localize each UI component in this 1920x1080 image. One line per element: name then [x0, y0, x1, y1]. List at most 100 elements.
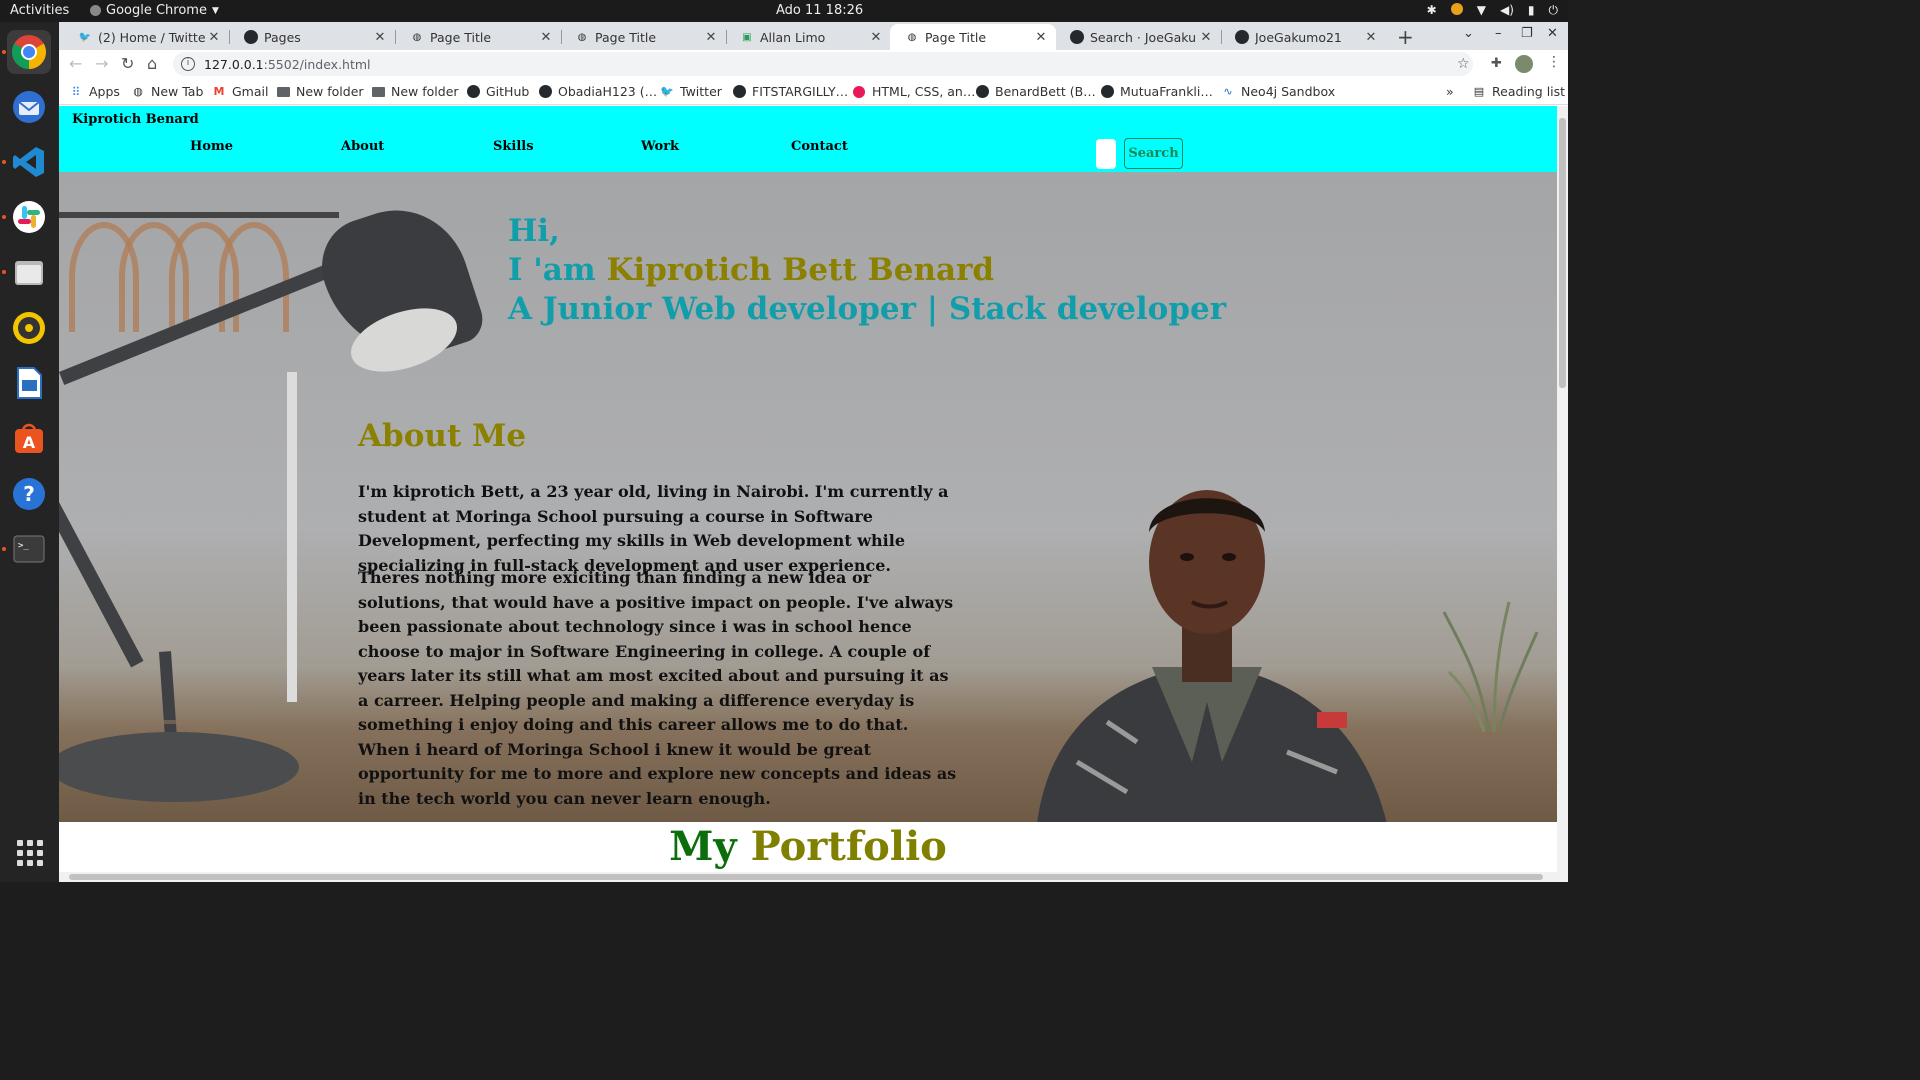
system-top-bar: Activities Google Chrome ▼ Ado 11 18:26 …	[0, 0, 1568, 22]
page-icon: ▣	[742, 31, 752, 43]
bookmark-twitter[interactable]: 🐦 Twitter	[660, 84, 722, 99]
back-icon[interactable]: ←	[69, 54, 82, 73]
minimize-icon[interactable]: –	[1495, 26, 1502, 41]
dock-terminal[interactable]: >_	[2, 527, 51, 571]
bookmark-new-tab[interactable]: ◍ New Tab	[131, 84, 203, 99]
close-tab-icon[interactable]: ✕	[205, 30, 223, 45]
bookmark-obadiah[interactable]: ObadiaH123 (…	[539, 84, 657, 99]
dock-chrome[interactable]	[2, 30, 51, 74]
github-icon	[976, 85, 989, 98]
profile-avatar[interactable]	[1515, 55, 1533, 73]
slack-icon	[13, 201, 45, 233]
volume-icon[interactable]: ◀)	[1500, 3, 1514, 18]
bookmark-label: FITSTARGILLY…	[752, 84, 849, 99]
bookmarks-bar: ⠿ Apps ◍ New Tab M Gmail New folder New …	[59, 78, 1568, 105]
nav-link-home[interactable]: Home	[190, 139, 233, 154]
forward-icon[interactable]: →	[95, 54, 108, 73]
greeting-role: A Junior Web developer | Stack developer	[508, 291, 1227, 327]
running-indicator	[2, 270, 6, 274]
folder-icon	[372, 86, 385, 97]
tab-page-title-active[interactable]: ◍ Page Title ✕	[890, 24, 1056, 50]
bookmark-new-folder-1[interactable]: New folder	[277, 84, 364, 99]
home-icon[interactable]: ⌂	[147, 54, 157, 73]
dock-software[interactable]: A	[7, 416, 51, 460]
dock-slack[interactable]	[2, 195, 51, 239]
restore-icon[interactable]: ❐	[1521, 26, 1533, 41]
close-tab-icon[interactable]: ✕	[537, 30, 555, 45]
chrome-tray-icon[interactable]	[1450, 3, 1463, 15]
site-info-icon[interactable]: i	[181, 57, 195, 71]
chrome-icon	[12, 35, 46, 69]
reload-icon[interactable]: ↻	[121, 54, 134, 73]
browser-window: 🐦 (2) Home / Twitter ✕ Pages ✕ ◍ Page Ti…	[59, 22, 1568, 882]
show-applications-icon[interactable]	[17, 840, 43, 866]
new-tab-button[interactable]: +	[1397, 25, 1414, 49]
chrome-menu-icon[interactable]: ⋮	[1547, 54, 1561, 70]
close-tab-icon[interactable]: ✕	[867, 30, 885, 45]
libreoffice-writer-icon	[17, 367, 42, 399]
slack-tray-icon[interactable]: ✱	[1427, 3, 1437, 18]
bookmark-label: New folder	[391, 84, 459, 99]
clock[interactable]: Ado 11 18:26	[776, 3, 863, 18]
dock-rhythmbox[interactable]	[7, 306, 51, 350]
bookmark-benardbett[interactable]: BenardBett (B…	[976, 84, 1096, 99]
site-brand[interactable]: Kiprotich Benard	[72, 112, 199, 127]
apps-grid-icon: ⠿	[71, 84, 81, 99]
bookmark-star-icon[interactable]: ☆	[1457, 56, 1470, 72]
bookmark-label: ObadiaH123 (…	[558, 84, 658, 99]
chrome-icon	[90, 5, 101, 16]
thunderbird-icon	[13, 91, 45, 123]
dock-vscode[interactable]	[2, 140, 51, 184]
activities-button[interactable]: Activities	[10, 3, 69, 18]
dock-help[interactable]: ?	[7, 472, 51, 516]
bookmark-mutuafrankli[interactable]: MutuaFrankli…	[1101, 84, 1213, 99]
help-icon: ?	[13, 478, 45, 510]
search-button[interactable]: Search	[1124, 138, 1183, 169]
reading-list[interactable]: ▤ Reading list	[1472, 84, 1565, 99]
close-tab-icon[interactable]: ✕	[1197, 30, 1215, 45]
bookmarks-overflow-chevron[interactable]: »	[1446, 84, 1454, 99]
close-tab-icon[interactable]: ✕	[371, 30, 389, 45]
battery-icon[interactable]: ▮	[1528, 3, 1535, 18]
bookmark-new-folder-2[interactable]: New folder	[372, 84, 459, 99]
scrollbar-thumb[interactable]	[1559, 118, 1566, 388]
bookmark-html-css[interactable]: HTML, CSS, an…	[852, 84, 975, 99]
address-bar[interactable]: i 127.0.0.1 :5502/index.html	[173, 52, 1473, 76]
bookmark-fitstargilly[interactable]: FITSTARGILLY…	[733, 84, 848, 99]
tab-page-title-2[interactable]: ◍ Page Title ✕	[560, 24, 727, 50]
tab-joegakumo21[interactable]: JoeGakumo21 ✕	[1220, 24, 1386, 50]
bookmark-neo4j[interactable]: ∿ Neo4j Sandbox	[1221, 84, 1335, 99]
scrollbar-thumb[interactable]	[69, 874, 1543, 880]
bookmark-github[interactable]: GitHub	[467, 84, 529, 99]
search-input[interactable]	[1096, 139, 1116, 169]
close-tab-icon[interactable]: ✕	[1362, 30, 1380, 45]
dock-files[interactable]	[2, 250, 51, 294]
dock-writer[interactable]	[7, 361, 51, 405]
power-icon[interactable]: ⏻	[1549, 3, 1559, 18]
close-tab-icon[interactable]: ✕	[1032, 30, 1050, 45]
close-window-icon[interactable]: ✕	[1547, 26, 1558, 41]
nav-link-work[interactable]: Work	[641, 139, 679, 154]
nav-link-contact[interactable]: Contact	[791, 139, 848, 154]
vscode-icon	[13, 147, 44, 177]
vertical-scrollbar[interactable]	[1557, 106, 1568, 882]
tab-search-icon[interactable]: ⌄	[1463, 26, 1474, 41]
tab-search-joegakumo[interactable]: Search · JoeGakumo ✕	[1055, 24, 1222, 50]
tab-twitter-home[interactable]: 🐦 (2) Home / Twitter ✕	[63, 24, 230, 50]
nav-link-about[interactable]: About	[341, 139, 384, 154]
dock-thunderbird[interactable]	[7, 85, 51, 129]
tab-allan-limo[interactable]: ▣ Allan Limo ✕	[725, 24, 891, 50]
reading-list-icon: ▤	[1473, 85, 1485, 98]
bookmark-gmail[interactable]: M Gmail	[212, 84, 269, 99]
tab-pages[interactable]: Pages ✕	[229, 24, 396, 50]
pink-circle-icon	[852, 85, 866, 99]
tab-page-title-1[interactable]: ◍ Page Title ✕	[395, 24, 562, 50]
nav-link-skills[interactable]: Skills	[493, 139, 534, 154]
horizontal-scrollbar[interactable]	[59, 872, 1557, 882]
extensions-icon[interactable]: ✚	[1491, 56, 1502, 71]
app-menu[interactable]: Google Chrome ▼	[90, 3, 219, 18]
bookmark-apps[interactable]: ⠿ Apps	[69, 84, 120, 99]
system-tray[interactable]: ✱ ▼ ◀) ▮ ⏻	[1427, 3, 1558, 18]
wifi-icon[interactable]: ▼	[1477, 3, 1486, 18]
close-tab-icon[interactable]: ✕	[702, 30, 720, 45]
